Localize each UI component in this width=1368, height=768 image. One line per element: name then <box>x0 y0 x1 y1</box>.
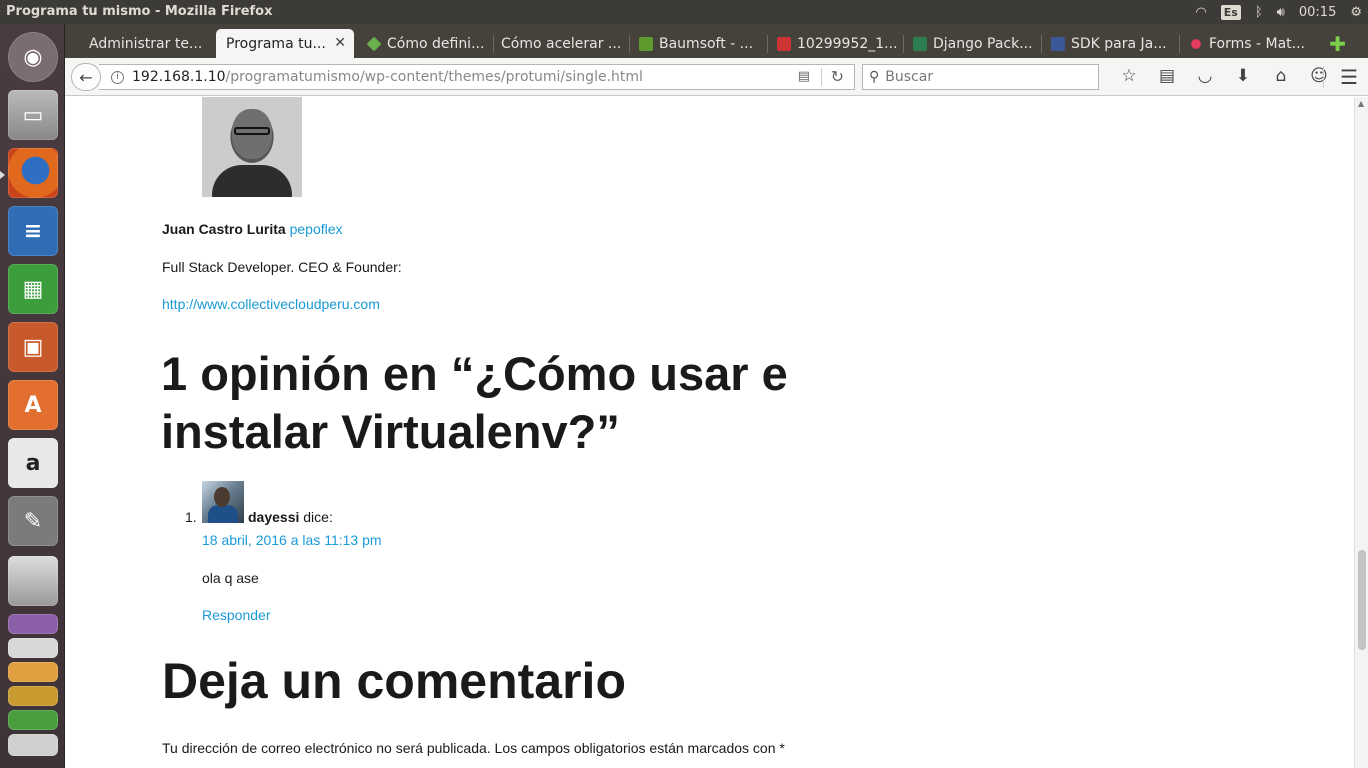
url-bar[interactable]: i 192.168.1.10/programatumismo/wp-conten… <box>99 64 855 90</box>
author-description: Full Stack Developer. CEO & Founder: <box>162 259 402 275</box>
new-tab-icon[interactable]: ✚ <box>1329 32 1346 56</box>
scrollbar-thumb[interactable] <box>1358 550 1366 650</box>
keyboard-icon[interactable] <box>8 734 58 756</box>
tab[interactable]: Baumsoft - ... <box>629 29 767 58</box>
tab-favicon-icon <box>639 36 653 51</box>
amazon-icon[interactable]: a <box>8 438 58 488</box>
back-arrow-icon: ← <box>79 67 93 87</box>
nav-toolbar: i 192.168.1.10/programatumismo/wp-conten… <box>65 58 1368 96</box>
reload-icon[interactable]: ↻ <box>831 67 844 86</box>
search-input[interactable]: ⚲ Buscar <box>862 64 1099 90</box>
comments-title: 1 opinión en “¿Cómo usar e instalar Virt… <box>161 347 788 458</box>
required-fields-notice: Tu dirección de correo electrónico no se… <box>162 740 785 756</box>
tab[interactable]: Forms - Mat... <box>1179 29 1317 58</box>
tab-active[interactable]: Programa tu... ✕ <box>216 29 354 58</box>
page-scrollbar[interactable]: ▲ <box>1354 97 1368 768</box>
leave-comment-title: Deja un comentario <box>162 653 626 709</box>
impress-icon[interactable]: ▣ <box>8 322 58 372</box>
tab-strip: Administrar te... Programa tu... ✕ Cómo d… <box>65 24 1368 58</box>
bluetooth-icon[interactable]: ᛒ <box>1255 5 1263 20</box>
home-icon[interactable]: ⌂ <box>1262 66 1300 86</box>
tab[interactable]: Cómo defini... <box>357 29 493 58</box>
comment-text: ola q ase <box>202 570 259 586</box>
chrome-icon[interactable] <box>8 710 58 730</box>
author-avatar <box>202 97 302 197</box>
reader-view-icon[interactable]: ▤ <box>798 69 810 84</box>
software-center-icon[interactable]: A <box>8 380 58 430</box>
disk-icon[interactable] <box>8 556 58 606</box>
tab[interactable]: 10299952_1... <box>767 29 903 58</box>
page-content: Juan Castro Lurita pepoflex Full Stack D… <box>65 97 1354 768</box>
facebook-icon <box>1051 36 1065 51</box>
menu-icon[interactable]: ☰ <box>1340 65 1358 89</box>
wifi-icon[interactable]: ◠ <box>1195 5 1206 20</box>
search-icon: ⚲ <box>869 69 880 85</box>
author-website-link[interactable]: http://www.collectivecloudperu.com <box>162 296 380 312</box>
keyboard-layout-indicator[interactable]: Es <box>1220 4 1241 20</box>
stacked-app-icon[interactable] <box>8 638 58 658</box>
reply-link[interactable]: Responder <box>202 607 271 623</box>
tab[interactable]: Administrar te... <box>79 29 219 58</box>
tab[interactable]: Django Pack... <box>903 29 1041 58</box>
tab[interactable]: Cómo acelerar ... <box>491 29 629 58</box>
system-tray: ◠ Es ᛒ 🔊︎ 00:15 ⚙ <box>1195 2 1362 22</box>
ubuntu-dash-icon[interactable]: ◉ <box>8 32 58 82</box>
files-icon[interactable]: ▭ <box>8 90 58 140</box>
image-favicon-icon <box>777 36 791 51</box>
comment-author: dayessi dice: <box>248 509 333 525</box>
stacked-app-icon[interactable] <box>8 686 58 706</box>
back-button[interactable]: ← <box>71 63 101 91</box>
tab-favicon-icon <box>1191 38 1201 49</box>
gear-icon[interactable]: ⚙ <box>1350 5 1362 20</box>
close-icon[interactable]: ✕ <box>334 35 346 51</box>
download-icon[interactable]: ⬇ <box>1224 66 1262 86</box>
scroll-up-icon[interactable]: ▲ <box>1358 99 1364 108</box>
window-title: Programa tu mismo - Mozilla Firefox <box>6 4 273 19</box>
info-icon[interactable]: i <box>111 70 124 84</box>
launcher: ◉ ▭ ≡ ▦ ▣ A a ✎ <box>0 24 65 768</box>
bookmark-star-icon[interactable]: ☆ <box>1110 66 1148 86</box>
top-panel: Programa tu mismo - Mozilla Firefox ◠ Es… <box>0 0 1368 24</box>
stacked-app-icon[interactable] <box>8 614 58 634</box>
calc-icon[interactable]: ▦ <box>8 264 58 314</box>
pocket-icon[interactable]: ◡ <box>1186 66 1224 86</box>
author-name: Juan Castro Lurita <box>162 221 286 237</box>
comment-date-link[interactable]: 18 abril, 2016 a las 11:13 pm <box>202 532 382 548</box>
tab[interactable]: SDK para Ja... <box>1041 29 1179 58</box>
author-handle-link[interactable]: pepoflex <box>290 221 343 237</box>
volume-icon[interactable]: 🔊︎ <box>1277 5 1285 20</box>
comment-number: 1. <box>185 509 197 525</box>
system-settings-icon[interactable]: ✎ <box>8 496 58 546</box>
writer-icon[interactable]: ≡ <box>8 206 58 256</box>
author-byline: Juan Castro Lurita pepoflex <box>162 221 343 237</box>
clock[interactable]: 00:15 <box>1299 5 1336 20</box>
tab-favicon-icon <box>366 36 382 51</box>
bookmarks-list-icon[interactable]: ▤ <box>1148 66 1186 86</box>
tab-favicon-icon <box>913 36 927 51</box>
smiley-icon[interactable]: ☺ <box>1300 66 1338 86</box>
firefox-icon[interactable] <box>8 148 58 198</box>
stacked-app-icon[interactable] <box>8 662 58 682</box>
commenter-avatar <box>202 481 244 523</box>
